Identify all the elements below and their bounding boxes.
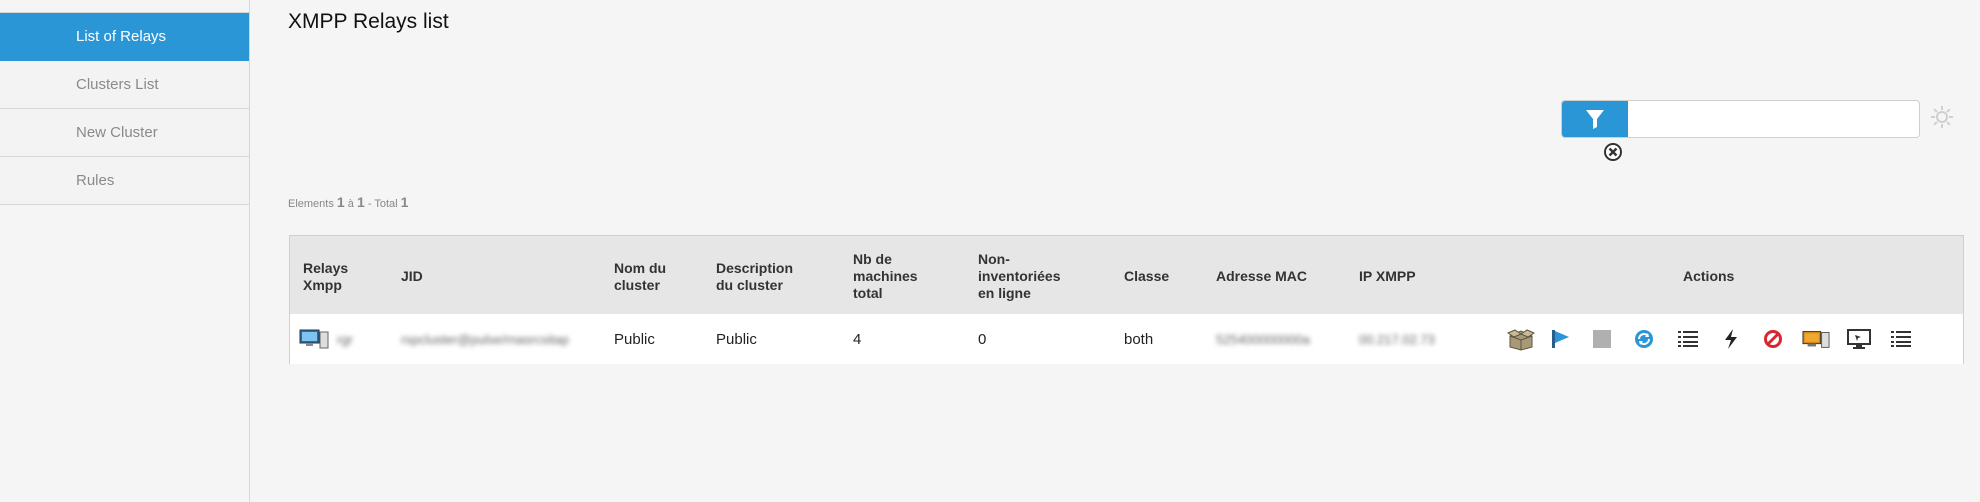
stop-icon [1593,330,1611,348]
pager-sep: à [347,198,354,210]
monitor-icon [1847,329,1871,349]
pager-total: 1 [400,194,409,210]
clear-filter-icon[interactable] [1603,142,1623,162]
table-header: Relays Xmpp JID Nom du cluster Descripti… [290,236,1963,315]
forbidden-icon [1764,330,1782,348]
pager-from: 1 [336,194,345,210]
ip-xmpp-cell: 00.217.02.73 [1359,331,1435,347]
pager-to: 1 [356,194,365,210]
header-line: du cluster [716,277,783,293]
filter-box [1561,100,1920,138]
relay-cell: rgr [299,314,353,364]
sidebar-item-new-cluster[interactable]: New Cluster [0,109,249,157]
header-cluster-description: Description du cluster [716,260,793,294]
lightning-icon [1725,329,1737,349]
list-icon [1891,331,1911,347]
pager-prefix: Elements [288,198,334,210]
log-list-action[interactable] [1674,326,1702,352]
sidebar: List of Relays Clusters List New Cluster… [0,0,250,502]
deploy-action[interactable] [1547,326,1575,352]
header-line: en ligne [978,285,1031,301]
header-line: inventoriées [978,268,1061,284]
jid-cell: rspcluster@pulse/rnasrcsitap [401,331,569,347]
remote-desktop-action[interactable] [1845,326,1873,352]
pagination-info: Elements 1 à 1 - Total 1 [288,194,408,210]
header-nb-machines-total: Nb de machines total [853,251,918,302]
flag-icon [1552,330,1569,348]
header-line: machines [853,268,918,284]
header-classe: Classe [1124,268,1170,284]
table-row: rgr rspcluster@pulse/rnasrcsitap Public … [290,314,1963,364]
filter-input[interactable] [1628,101,1918,137]
relay-name: rgr [337,331,353,347]
details-list-action[interactable] [1887,326,1915,352]
header-line: Non- [978,251,1010,267]
sidebar-item-list-of-relays[interactable]: List of Relays [0,13,249,61]
header-line: cluster [614,277,660,293]
header-relays-xmpp: Relays Xmpp [303,260,348,294]
header-line: Nb de [853,251,892,267]
classe-cell: both [1124,330,1154,348]
relays-table: Relays Xmpp JID Nom du cluster Descripti… [289,235,1964,364]
stop-action[interactable] [1588,326,1616,352]
ban-action[interactable] [1759,326,1787,352]
page-title: XMPP Relays list [288,10,449,33]
header-line: Nom du [614,260,667,276]
computer-icon [299,329,329,349]
funnel-icon [1586,110,1604,129]
sidebar-item-clusters-list[interactable]: Clusters List [0,61,249,109]
refresh-icon [1635,330,1653,348]
header-non-inventoried-online: Non- inventoriées en ligne [978,251,1060,302]
header-line: Relays [303,260,349,276]
header-mac-address: Adresse MAC [1216,268,1308,284]
machine-action[interactable] [1802,326,1830,352]
package-icon [1507,329,1535,351]
mac-address-cell: 525400000000a [1216,331,1310,347]
computer-icon [1802,331,1830,348]
quick-action[interactable] [1717,326,1745,352]
cluster-description-cell: Public [716,330,757,348]
non-inventoried-cell: 0 [978,330,987,348]
refresh-action[interactable] [1630,326,1658,352]
filter-button[interactable] [1562,101,1628,137]
package-action[interactable] [1507,326,1535,352]
header-jid: JID [401,268,423,284]
gear-icon[interactable] [1930,105,1954,129]
cluster-name-cell: Public [614,330,655,348]
header-line: total [853,285,883,301]
header-actions: Actions [1683,268,1735,284]
header-ip-xmpp: IP XMPP [1359,268,1416,284]
header-cluster-name: Nom du cluster [614,260,666,294]
list-icon [1678,331,1698,347]
sidebar-nav: List of Relays Clusters List New Cluster… [0,12,250,205]
nb-machines-total-cell: 4 [853,330,862,348]
header-line: Xmpp [303,277,342,293]
header-line: Description [716,260,794,276]
sidebar-item-rules[interactable]: Rules [0,157,249,204]
pager-total-label: - Total [367,198,398,210]
